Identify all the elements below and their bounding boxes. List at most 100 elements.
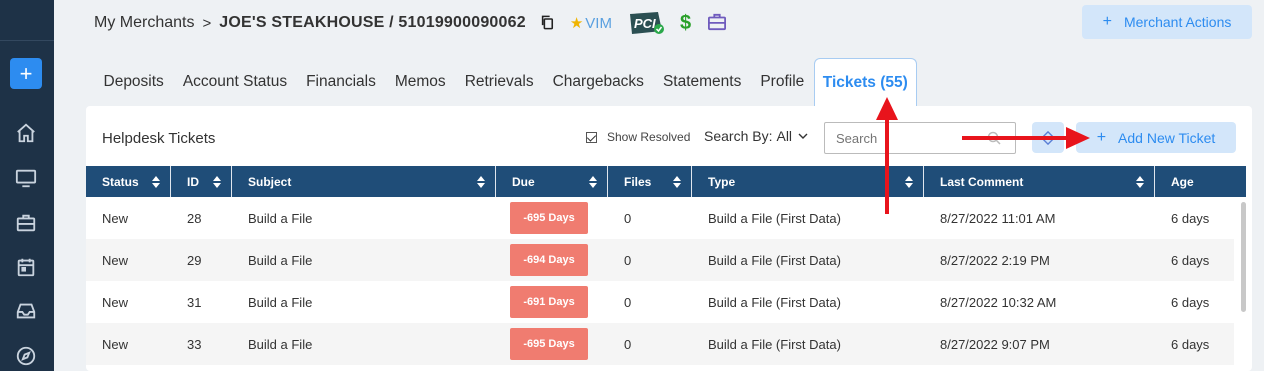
cell-due: -695 Days: [496, 197, 608, 239]
due-badge: -691 Days: [510, 286, 588, 318]
show-resolved-toggle[interactable]: Show Resolved: [586, 130, 690, 144]
cell-age: 6 days: [1171, 294, 1210, 310]
sidebar-divider: [0, 40, 54, 41]
cell-last-comment: 8/27/2022 2:19 PM: [940, 252, 1050, 268]
cell-files: 0: [624, 294, 632, 310]
tab-statements[interactable]: Statements: [653, 58, 750, 106]
due-badge: -695 Days: [510, 202, 588, 234]
search-field: [824, 122, 1016, 154]
column-label: Due: [512, 174, 535, 189]
column-header-subject[interactable]: Subject: [232, 166, 496, 197]
tab-chargebacks[interactable]: Chargebacks: [543, 58, 653, 106]
cell-subject: Build a File: [248, 210, 313, 226]
briefcase-purple-icon[interactable]: [707, 13, 729, 33]
column-label: Status: [102, 174, 139, 189]
search-input[interactable]: [825, 123, 975, 153]
table-header: Status ID Subject Due Files Type Last Co…: [86, 166, 1246, 197]
column-label: Last Comment: [940, 174, 1024, 189]
cell-id: 33: [187, 336, 202, 352]
search-by-dropdown[interactable]: Search By: All: [704, 128, 808, 144]
dollar-icon[interactable]: $: [680, 12, 691, 35]
sort-icon[interactable]: [213, 176, 221, 188]
svg-text:PCI: PCI: [634, 16, 656, 31]
cell-id: 29: [187, 252, 202, 268]
cell-type: Build a File (First Data): [708, 336, 841, 352]
filter-icon: [1041, 130, 1055, 145]
cell-type: Build a File (First Data): [708, 252, 841, 268]
search-by-value: All: [776, 128, 793, 144]
cell-status: New: [102, 210, 129, 226]
left-sidebar: +: [0, 0, 54, 371]
column-header-type[interactable]: Type: [692, 166, 924, 197]
sort-icon[interactable]: [1136, 176, 1144, 188]
cell-status: New: [102, 294, 129, 310]
tab-retrievals[interactable]: Retrievals: [455, 58, 543, 106]
cell-files: 0: [624, 336, 632, 352]
cell-age: 6 days: [1171, 252, 1210, 268]
column-header-files[interactable]: Files: [608, 166, 692, 197]
cell-type: Build a File (First Data): [708, 294, 841, 310]
column-label: ID: [187, 174, 199, 189]
tab-deposits[interactable]: Deposits: [94, 58, 173, 106]
plus-icon: +: [1096, 128, 1107, 146]
scrollbar-thumb[interactable]: [1241, 202, 1246, 312]
plus-icon: +: [1102, 13, 1112, 30]
tab-memos[interactable]: Memos: [385, 58, 455, 106]
home-icon[interactable]: [14, 121, 38, 145]
monitor-icon[interactable]: [14, 166, 38, 190]
cell-age: 6 days: [1171, 210, 1210, 226]
table-row[interactable]: New 29 Build a File -694 Days 0 Build a …: [86, 239, 1234, 281]
search-icon[interactable]: [987, 131, 1001, 145]
cell-id: 31: [187, 294, 202, 310]
column-header-id[interactable]: ID: [171, 166, 232, 197]
filter-button[interactable]: [1032, 122, 1064, 153]
table-row[interactable]: New 28 Build a File -695 Days 0 Build a …: [86, 197, 1234, 239]
column-label: Age: [1171, 174, 1194, 189]
table-row[interactable]: New 33 Build a File -695 Days 0 Build a …: [86, 323, 1234, 365]
helpdesk-panel: Helpdesk Tickets Show Resolved Search By…: [86, 106, 1252, 371]
compass-icon[interactable]: [14, 344, 38, 368]
tab-tickets[interactable]: Tickets (55): [813, 58, 917, 106]
sort-icon[interactable]: [477, 176, 485, 188]
sidebar-add-button[interactable]: +: [10, 58, 42, 89]
cell-files: 0: [624, 210, 632, 226]
tab-financials[interactable]: Financials: [297, 58, 386, 106]
column-header-due[interactable]: Due: [496, 166, 608, 197]
breadcrumb-parent-link[interactable]: My Merchants: [94, 14, 194, 32]
cell-status: New: [102, 252, 129, 268]
column-label: Type: [708, 174, 736, 189]
cell-subject: Build a File: [248, 294, 313, 310]
cell-status: New: [102, 336, 129, 352]
column-header-last-comment[interactable]: Last Comment: [924, 166, 1155, 197]
search-by-label: Search By:: [704, 128, 773, 144]
sort-icon[interactable]: [152, 176, 160, 188]
merchant-title: JOE'S STEAKHOUSE / 51019900090062: [219, 14, 526, 31]
briefcase-icon[interactable]: [14, 211, 38, 235]
copy-icon[interactable]: [540, 14, 556, 32]
table-row[interactable]: New 31 Build a File -691 Days 0 Build a …: [86, 281, 1234, 323]
cell-type: Build a File (First Data): [708, 210, 841, 226]
chevron-down-icon: [798, 131, 808, 141]
breadcrumb: My Merchants > JOE'S STEAKHOUSE / 510199…: [94, 12, 729, 34]
column-label: Files: [624, 174, 652, 189]
vim-badge[interactable]: ★ VIM: [570, 14, 612, 33]
inbox-icon[interactable]: [14, 299, 38, 323]
tab-profile[interactable]: Profile: [751, 58, 814, 106]
add-new-ticket-button[interactable]: + Add New Ticket: [1076, 122, 1236, 153]
sort-icon[interactable]: [905, 176, 913, 188]
show-resolved-checkbox[interactable]: [586, 131, 597, 143]
calendar-icon[interactable]: [14, 255, 38, 279]
column-header-status[interactable]: Status: [86, 166, 171, 197]
column-header-age[interactable]: Age: [1155, 166, 1246, 197]
merchant-actions-label: Merchant Actions: [1123, 14, 1232, 30]
show-resolved-label: Show Resolved: [607, 130, 691, 144]
sort-icon[interactable]: [673, 176, 681, 188]
cell-due: -694 Days: [496, 239, 608, 281]
cell-last-comment: 8/27/2022 11:01 AM: [940, 210, 1056, 226]
merchant-actions-button[interactable]: + Merchant Actions: [1082, 5, 1252, 39]
cell-due: -695 Days: [496, 323, 608, 365]
pci-shield-icon[interactable]: PCI: [628, 11, 666, 35]
sort-icon[interactable]: [589, 176, 597, 188]
cell-age: 6 days: [1171, 336, 1210, 352]
tab-account-status[interactable]: Account Status: [173, 58, 296, 106]
